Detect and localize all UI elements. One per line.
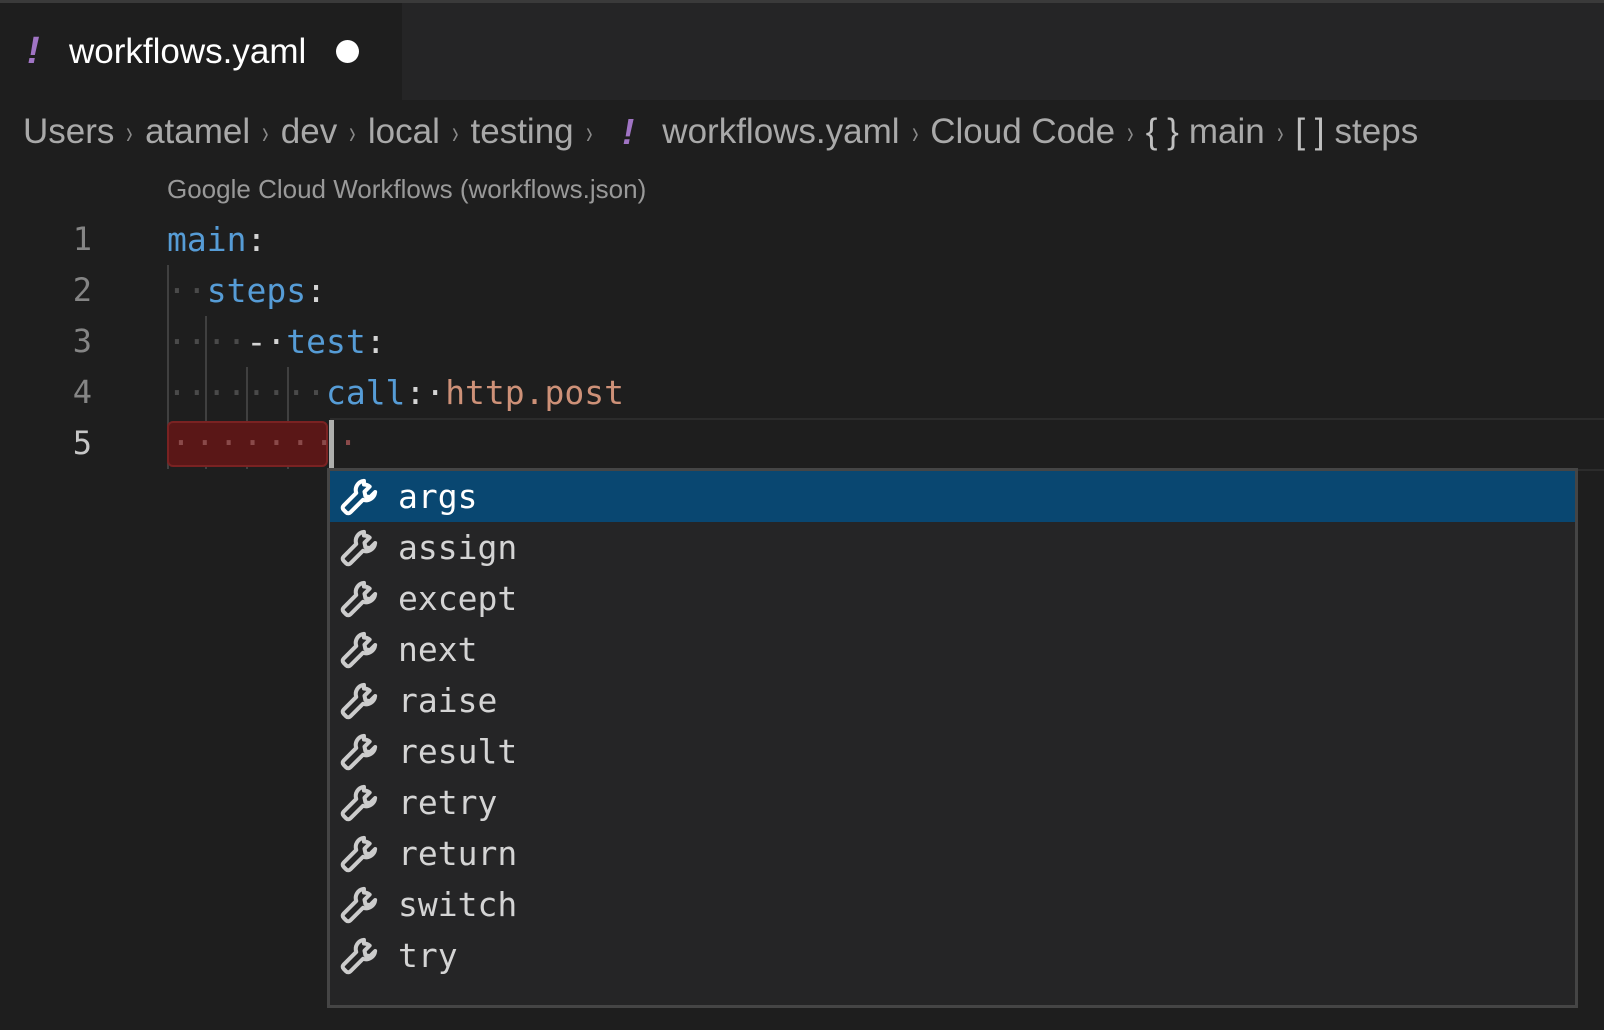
yaml-colon: : [306,271,326,310]
suggestion-item[interactable]: return [330,828,1575,879]
yaml-key: steps [206,271,307,310]
suggestion-label: next [398,630,478,669]
yaml-colon: : [365,322,386,361]
yaml-file-icon: ! [27,30,40,72]
wrench-icon [340,682,378,719]
wrench-icon [340,580,378,617]
suggestion-label: retry [398,783,498,822]
wrench-icon [340,631,378,668]
suggestion-label: raise [398,681,498,720]
suggestion-label: try [398,936,458,975]
whitespace-marker: ·· [167,271,207,310]
breadcrumb-item[interactable]: local [368,112,440,152]
line-number: 5 [72,424,92,462]
suggestion-item[interactable]: retry [330,777,1575,828]
current-line-highlight [330,418,1604,471]
chevron-right-icon: › [126,113,133,150]
breadcrumb-symbol-steps[interactable]: steps [1335,112,1419,152]
chevron-right-icon: › [1127,113,1134,150]
wrench-icon [340,529,378,566]
line-number: 1 [72,220,92,258]
chevron-right-icon: › [349,113,356,150]
suggestion-item[interactable]: args [330,471,1575,522]
code-line-active[interactable]: 5 ········ [0,418,1604,471]
wrench-icon [340,835,378,872]
yaml-key: call [325,373,406,412]
suggestion-label: return [398,834,518,873]
breadcrumb-schema[interactable]: Cloud Code [930,112,1115,152]
chevron-right-icon: › [451,113,459,150]
line-content: ··steps: [167,265,326,316]
breadcrumb-file[interactable]: workflows.yaml [662,112,899,152]
breadcrumb-symbol-main[interactable]: main [1189,112,1265,152]
line-content: ········call:·http.post [167,367,624,418]
object-symbol-icon: { } [1145,112,1179,151]
suggestion-label: except [398,579,518,618]
suggestion-label: assign [398,528,518,567]
tab-workflows-yaml[interactable]: ! workflows.yaml [0,3,402,100]
yaml-colon: : [246,220,267,259]
code-line: 2 ··steps: [0,265,1604,316]
suggestion-label: args [398,477,478,516]
code-line: 3 ····-·test: [0,316,1604,367]
wrench-icon [340,478,378,515]
wrench-icon [340,886,378,923]
unsaved-dot-icon[interactable] [336,40,360,63]
breadcrumb: Users › atamel › dev › local › testing ›… [0,100,1604,164]
wrench-icon [340,937,378,974]
breadcrumb-item[interactable]: atamel [145,112,250,152]
yaml-file-icon: ! [622,111,635,152]
suggestion-item[interactable]: next [330,624,1575,675]
chevron-right-icon: › [911,113,919,150]
suggestion-label: result [398,732,518,771]
array-symbol-icon: [ ] [1295,112,1325,151]
breadcrumb-item[interactable]: testing [471,112,574,152]
tab-label: workflows.yaml [69,31,307,71]
chevron-right-icon: › [1276,113,1284,150]
breadcrumb-item[interactable]: dev [281,112,337,152]
indent-error-highlight: ········ [167,421,358,467]
wrench-icon [340,784,378,821]
line-number: 2 [72,271,92,309]
chevron-right-icon: › [262,113,269,150]
code-line: 4 ········call:·http.post [0,367,1604,418]
line-content: main: [167,214,266,265]
chevron-right-icon: › [585,113,593,150]
text-cursor [329,420,334,468]
yaml-value: http.post [445,373,624,412]
breadcrumb-item[interactable]: Users [23,112,114,152]
tab-bar: ! workflows.yaml [0,3,1604,100]
suggestion-item[interactable]: result [330,726,1575,777]
suggestion-item[interactable]: try [330,930,1575,981]
yaml-key: main [167,220,247,259]
suggestion-label: switch [398,885,518,924]
suggestion-item[interactable]: except [330,573,1575,624]
line-content: ····-·test: [167,316,386,367]
suggestion-item[interactable]: switch [330,879,1575,930]
schema-codelens[interactable]: Google Cloud Workflows (workflows.json) [167,174,646,205]
yaml-list-dash: -· [246,322,287,361]
suggestion-item[interactable]: assign [330,522,1575,573]
wrench-icon [340,733,378,770]
whitespace-marker: ···· [167,322,247,361]
suggestion-widget[interactable]: args assign except next raise result retry retu… [327,468,1578,1008]
line-number: 4 [72,373,92,411]
code-line: 1 main: [0,214,1604,265]
whitespace-marker: ········ [167,373,326,412]
yaml-colon: :· [405,373,446,412]
suggestion-item[interactable]: raise [330,675,1575,726]
line-number: 3 [72,322,92,360]
yaml-key: test [286,322,366,361]
